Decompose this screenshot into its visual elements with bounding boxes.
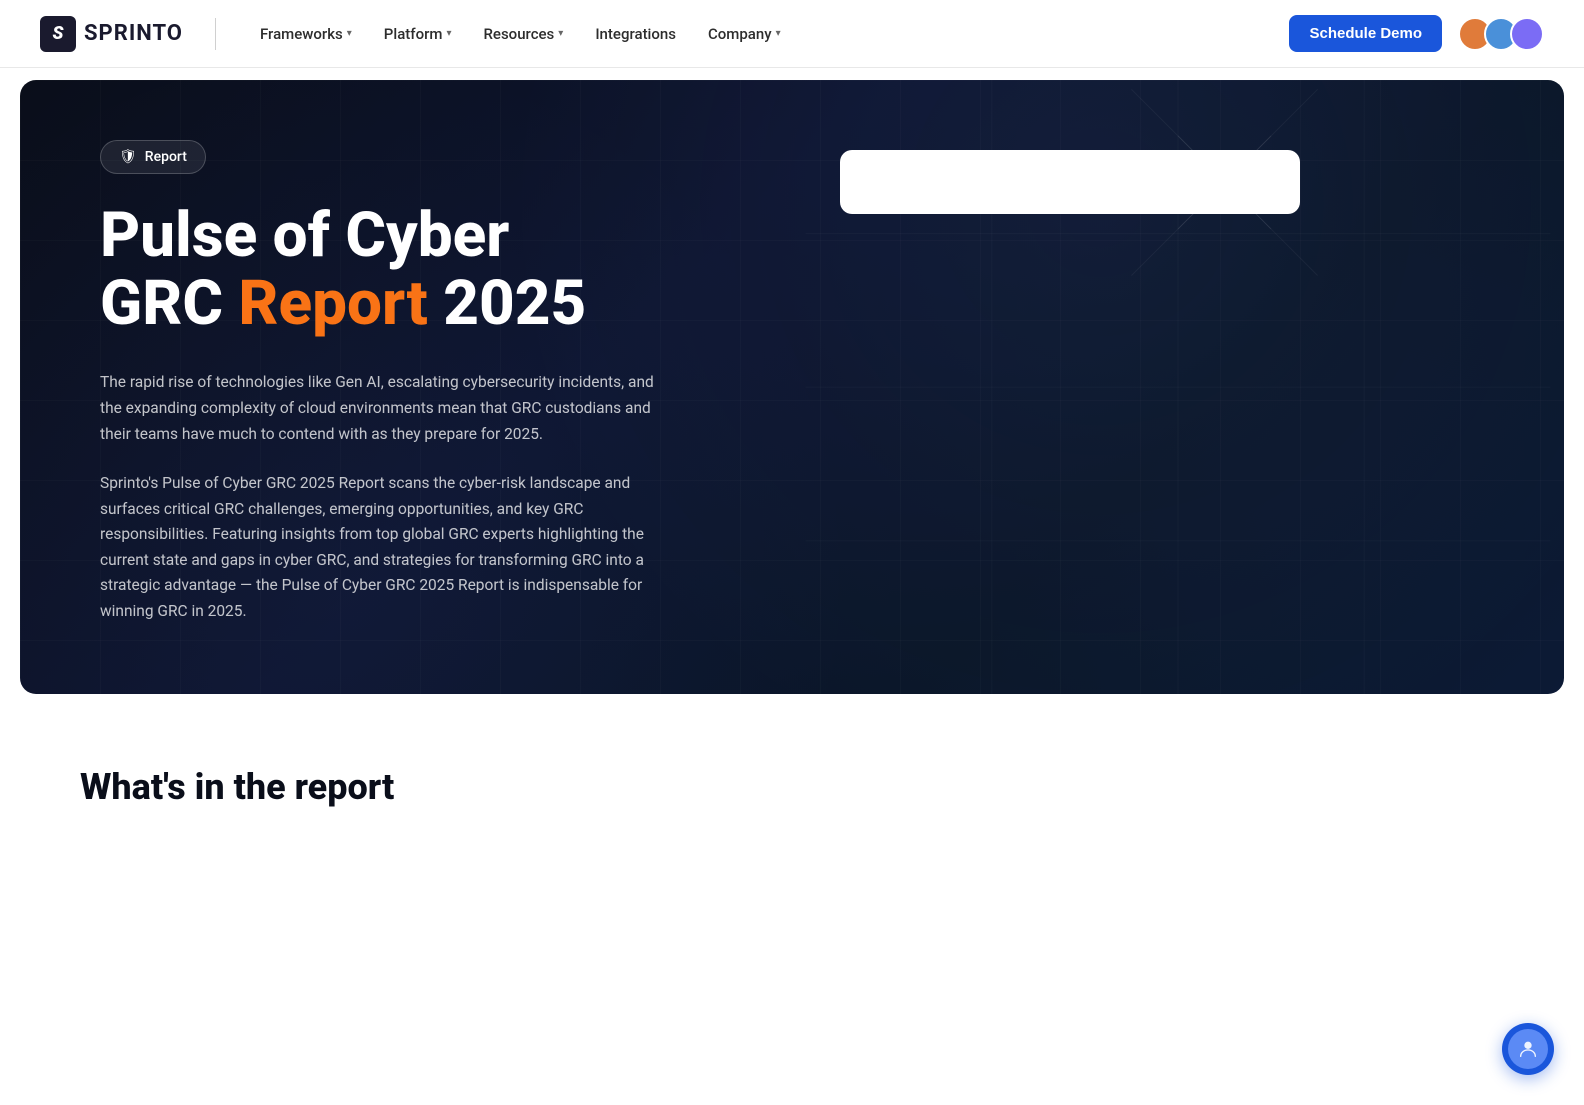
hero-right bbox=[840, 140, 1300, 214]
logo-icon: S bbox=[40, 16, 76, 52]
shield-icon: 🛡 bbox=[119, 149, 137, 165]
hero-section: 🛡 Report Pulse of Cyber GRC Report 2025 … bbox=[20, 80, 1564, 694]
below-hero-section: What's in the report bbox=[0, 706, 1584, 888]
nav-item-platform[interactable]: Platform ▾ bbox=[372, 17, 464, 51]
chat-button[interactable] bbox=[1502, 1023, 1554, 1075]
chat-avatar bbox=[1508, 1029, 1548, 1069]
hero-title-line1: Pulse of Cyber bbox=[100, 199, 509, 272]
avatar-group bbox=[1458, 17, 1544, 51]
nav-divider bbox=[215, 18, 216, 50]
report-badge: 🛡 Report bbox=[100, 140, 206, 174]
logo[interactable]: S SPRINTO bbox=[40, 16, 183, 52]
avatar bbox=[1510, 17, 1544, 51]
title-year: 2025 bbox=[428, 267, 586, 340]
hero-description-1: The rapid rise of technologies like Gen … bbox=[100, 370, 660, 447]
nav-item-company[interactable]: Company ▾ bbox=[696, 17, 793, 51]
schedule-demo-button[interactable]: Schedule Demo bbox=[1289, 15, 1442, 52]
hero-title: Pulse of Cyber GRC Report 2025 bbox=[100, 202, 780, 338]
nav-item-resources[interactable]: Resources ▾ bbox=[471, 17, 575, 51]
hero-title-line2: GRC Report 2025 bbox=[100, 267, 586, 340]
hero-content: 🛡 Report Pulse of Cyber GRC Report 2025 … bbox=[100, 140, 1484, 624]
chat-icon bbox=[1517, 1038, 1539, 1060]
chevron-down-icon: ▾ bbox=[347, 28, 352, 39]
nav-links: Frameworks ▾ Platform ▾ Resources ▾ Inte… bbox=[248, 17, 793, 51]
navbar-left: S SPRINTO Frameworks ▾ Platform ▾ Resour… bbox=[40, 16, 793, 52]
hero-description-2: Sprinto's Pulse of Cyber GRC 2025 Report… bbox=[100, 471, 660, 624]
badge-label: Report bbox=[145, 149, 187, 165]
chevron-down-icon: ▾ bbox=[776, 28, 781, 39]
chevron-down-icon: ▾ bbox=[558, 28, 563, 39]
title-grc: GRC bbox=[100, 267, 238, 340]
hero-left: 🛡 Report Pulse of Cyber GRC Report 2025 … bbox=[100, 140, 780, 624]
navbar-right: Schedule Demo bbox=[1289, 15, 1544, 52]
form-card bbox=[840, 150, 1300, 214]
navbar: S SPRINTO Frameworks ▾ Platform ▾ Resour… bbox=[0, 0, 1584, 68]
logo-name: SPRINTO bbox=[84, 21, 183, 46]
nav-item-frameworks[interactable]: Frameworks ▾ bbox=[248, 17, 364, 51]
section-title: What's in the report bbox=[80, 766, 1504, 808]
chevron-down-icon: ▾ bbox=[446, 28, 451, 39]
nav-item-integrations[interactable]: Integrations bbox=[583, 17, 688, 51]
title-report-orange: Report bbox=[238, 267, 427, 340]
